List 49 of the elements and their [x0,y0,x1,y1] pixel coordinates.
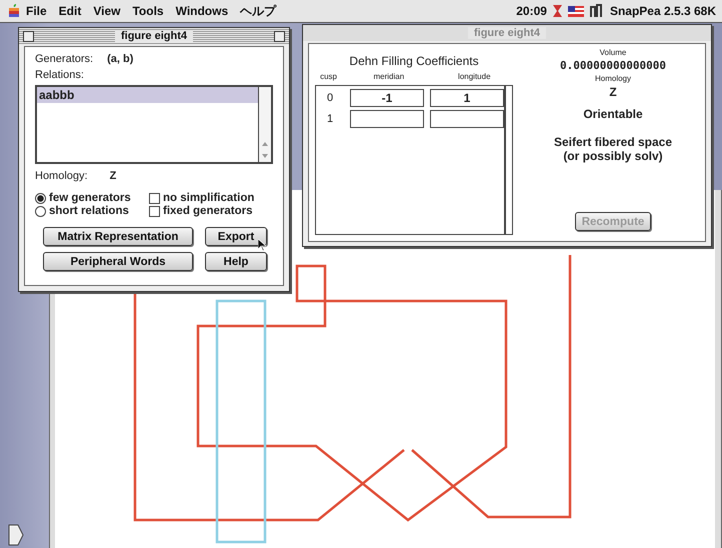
column-header: cusp [319,72,338,81]
generators-value: (a, b) [107,53,134,65]
table-heading: Dehn Filling Coefficients [348,54,480,68]
dialog-button[interactable]: Peripheral Words [43,252,193,271]
checkbox-option[interactable]: no simplification [149,192,273,204]
zoom-box[interactable] [274,30,285,42]
scroll-bar[interactable] [258,87,271,162]
menu-item[interactable]: Tools [126,4,170,18]
column-header: longitude [457,72,492,81]
tab-icon[interactable] [8,524,24,546]
homology-label: Homology [594,74,631,83]
menu-item[interactable]: File [20,4,53,18]
column-header: meridian [372,72,406,81]
meridian-field[interactable] [350,110,424,128]
homology-value: Z [110,170,116,182]
menu-item[interactable]: ヘルプ [234,2,282,20]
dialog-button[interactable]: Matrix Representation [43,227,193,246]
flag-icon[interactable] [568,6,584,16]
orientability-text: Orientable [583,107,643,121]
relation-item[interactable]: aabbb [37,87,258,103]
geometry-text: Seifert fibered space (or possibly solv) [554,135,672,163]
volume-value: 0.00000000000000 [560,59,666,72]
cursor-icon [258,239,266,251]
cusp-number: 1 [326,113,334,125]
radio-option[interactable]: few generators [35,192,143,204]
longitude-field[interactable]: 1 [430,89,504,107]
dialog-button[interactable]: Help [205,252,267,271]
application-icon[interactable] [590,4,604,18]
menu-item[interactable]: Windows [170,4,234,18]
application-name[interactable]: SnapPea 2.5.3 68K [610,4,716,18]
menu-item[interactable]: Edit [52,4,88,18]
window-title: figure eight4 [468,27,546,39]
longitude-field[interactable] [430,110,504,128]
checkbox-option[interactable]: fixed generators [149,205,273,217]
menu-item[interactable]: View [87,4,126,18]
clock[interactable]: 20:09 [516,4,547,18]
homology-label: Homology: [35,170,88,182]
cusp-number: 0 [326,92,334,104]
dialog-button[interactable]: Export [205,227,267,246]
relations-label: Relations: [35,69,85,81]
apple-icon[interactable] [8,4,20,18]
window-title: figure eight4 [114,30,193,42]
close-box[interactable] [23,30,34,42]
radio-option[interactable]: short relations [35,205,143,217]
generators-label: Generators: [35,53,94,65]
meridian-field[interactable]: -1 [350,89,424,107]
hourglass-icon [552,5,562,17]
homology-value: Z [609,85,617,99]
volume-label: Volume [600,48,626,57]
